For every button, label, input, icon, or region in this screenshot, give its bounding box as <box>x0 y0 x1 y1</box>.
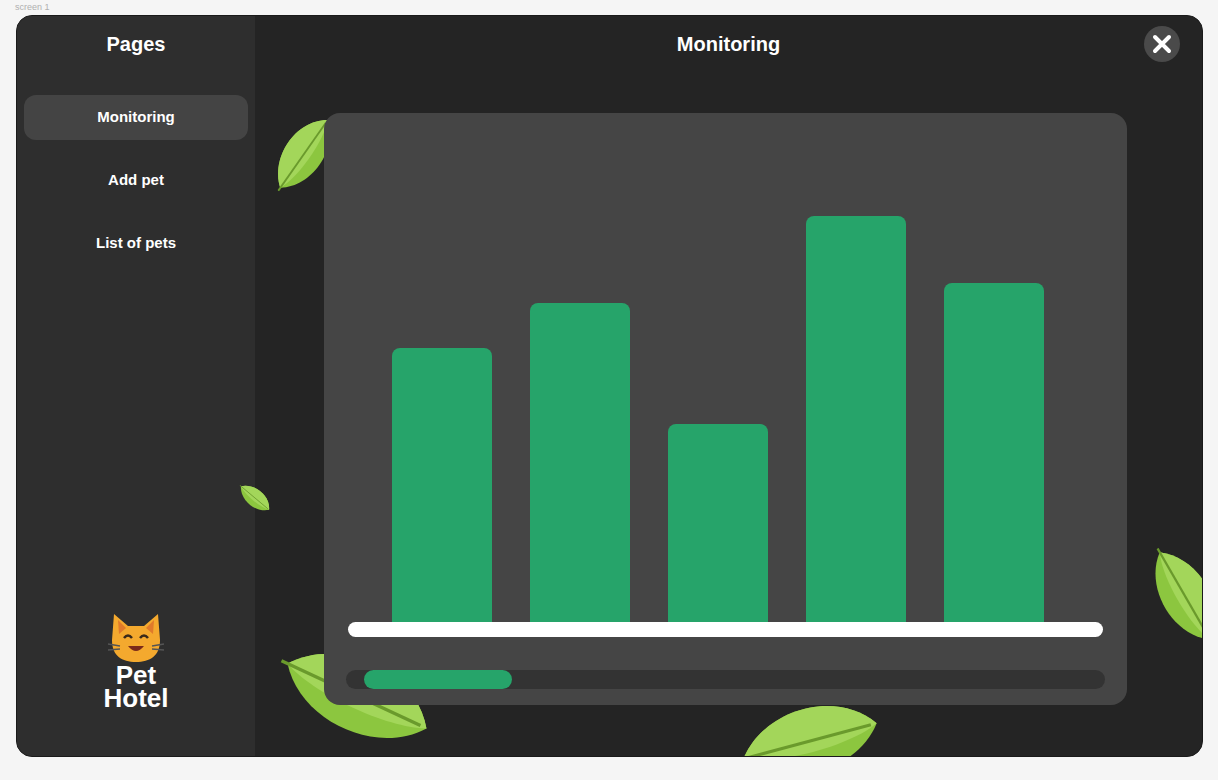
chart-baseline <box>348 622 1103 637</box>
screen: screen 1PagesMonitoringAdd petList of pe… <box>0 0 1218 780</box>
chart-bar <box>392 348 492 622</box>
logo: Pet Hotel <box>17 610 255 756</box>
sidebar-menu: Monitoring Add pet List of pets <box>17 95 255 266</box>
chart-bar <box>530 303 630 622</box>
scrollbar-thumb[interactable] <box>364 670 512 689</box>
bar-chart <box>324 113 1127 622</box>
sidebar: Pages Monitoring Add pet List of pets Pet Ho… <box>17 16 255 756</box>
close-button[interactable] <box>1144 26 1180 62</box>
scrollbar-track[interactable] <box>346 670 1105 689</box>
sidebar-item[interactable]: List of pets <box>24 221 248 266</box>
chart-bar <box>944 283 1044 622</box>
logo-text: Pet Hotel <box>91 664 181 710</box>
leaf-decoration <box>1127 531 1203 661</box>
chart-bar <box>668 424 768 622</box>
chart-bar <box>806 216 906 622</box>
chart-card <box>324 113 1127 705</box>
sidebar-title: Pages <box>17 16 255 72</box>
sidebar-item[interactable]: Monitoring <box>24 95 248 140</box>
sidebar-item[interactable]: Add pet <box>24 158 248 203</box>
app-window: PagesMonitoringAdd petList of petsPet Ho… <box>16 15 1203 757</box>
main-area: Monitoring <box>255 16 1202 756</box>
cat-logo-icon <box>106 610 166 664</box>
frame-label: screen 1 <box>0 0 1218 15</box>
page-header: Monitoring <box>255 16 1202 72</box>
close-icon <box>1152 34 1172 54</box>
